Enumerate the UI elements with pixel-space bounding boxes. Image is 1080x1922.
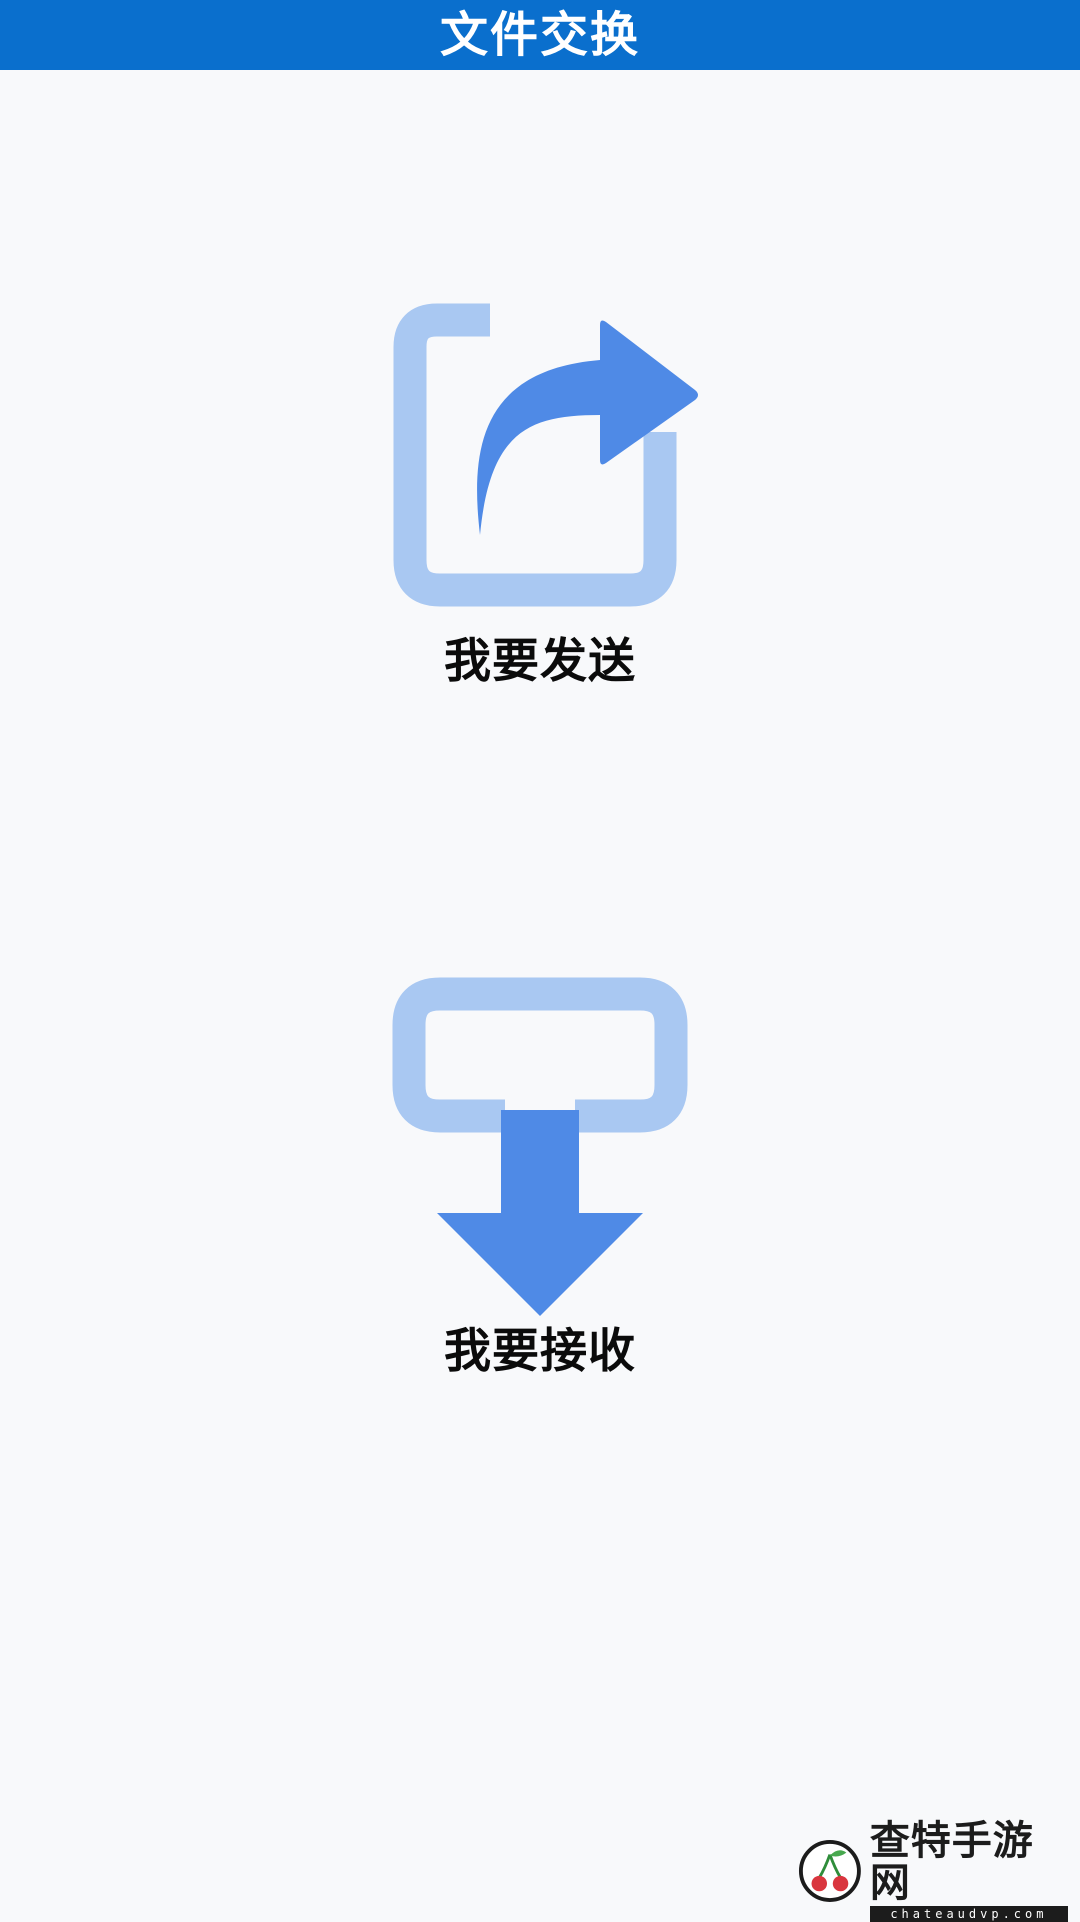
app-title: 文件交换: [439, 7, 640, 63]
cherry-logo-icon: [798, 1840, 861, 1902]
download-tray-icon: [392, 977, 688, 1316]
send-button[interactable]: 我要发送: [0, 270, 1080, 685]
app-bar: 文件交换: [0, 0, 1080, 70]
send-label: 我要发送: [444, 634, 636, 689]
watermark-text: 查特手游网 chateaudvp.com: [869, 1817, 1068, 1922]
share-forward-icon: [393, 303, 698, 607]
watermark: 查特手游网 chateaudvp.com: [798, 1820, 1068, 1922]
watermark-name: 查特手游网: [869, 1817, 1034, 1906]
receive-label: 我要接收: [444, 1324, 636, 1379]
receive-button[interactable]: 我要接收: [0, 960, 1080, 1375]
